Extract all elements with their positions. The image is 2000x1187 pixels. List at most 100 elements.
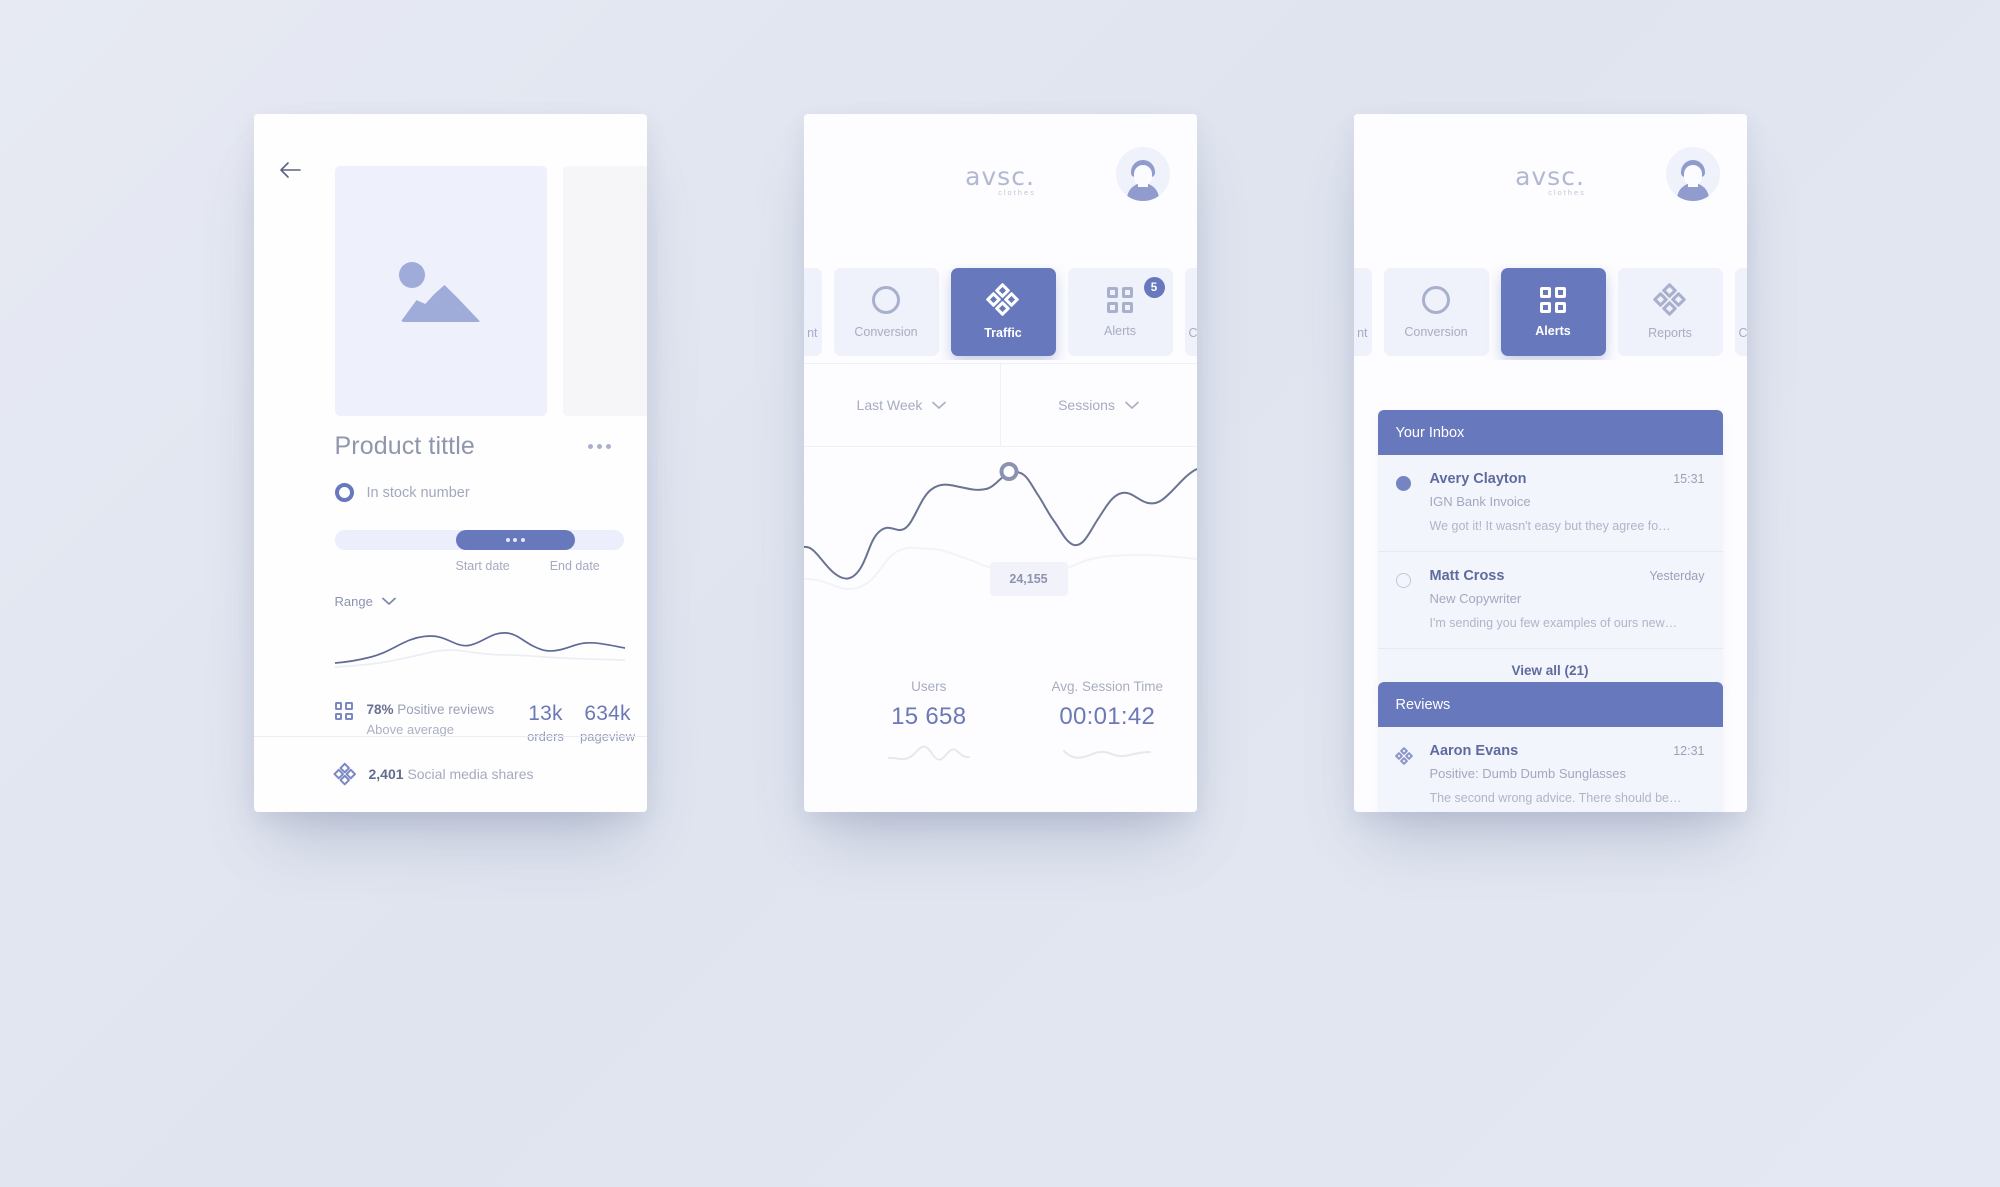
orders-value: 13k xyxy=(528,702,563,725)
shares-value: 2,401 xyxy=(368,766,404,782)
screens-container: Product tittle In stock number Start dat… xyxy=(0,0,2000,1187)
tab-conversion-label: Conversion xyxy=(854,324,918,339)
list-item[interactable]: Matt Cross Yesterday New Copywriter I'm … xyxy=(1377,551,1723,648)
tab-alerts[interactable]: 5 Alerts xyxy=(1067,268,1173,356)
logo-mark: avsc. xyxy=(965,162,1035,191)
tab-partial-right[interactable]: C xyxy=(1734,268,1747,356)
tab-partial-left[interactable]: nt xyxy=(1353,268,1372,356)
date-range-slider[interactable] xyxy=(334,530,624,550)
tab-partial-right-label: C xyxy=(1188,326,1197,340)
page-title: Product tittle xyxy=(334,432,475,460)
metric-session-time: Avg. Session Time 00:01:42 xyxy=(1018,679,1197,765)
metric-session-caption: Avg. Session Time xyxy=(1051,679,1164,694)
product-gallery[interactable] xyxy=(334,166,647,416)
gallery-thumb[interactable] xyxy=(562,166,647,416)
review-time: 12:31 xyxy=(1673,744,1705,758)
range-sparkline xyxy=(254,609,647,680)
date-range-slider-wrap: Start date End date xyxy=(254,502,647,573)
chevron-down-icon xyxy=(381,597,396,605)
metric-users-sparkline xyxy=(840,743,1019,765)
orders-stat: 13k orders xyxy=(515,702,577,744)
tab-partial-left-label: nt xyxy=(807,326,818,340)
product-title-row: Product tittle xyxy=(254,432,647,461)
reviews-sub: Above average xyxy=(366,722,454,737)
end-date-label: End date xyxy=(549,559,600,573)
grid-icon xyxy=(1540,286,1566,313)
reviews-label: Positive reviews xyxy=(397,702,495,717)
pageview-value: 634k xyxy=(584,702,631,725)
chart-svg xyxy=(803,462,1197,590)
tab-alerts[interactable]: Alerts xyxy=(1500,268,1606,356)
app-header: avsc. clothes xyxy=(803,114,1197,264)
message-subject: New Copywriter xyxy=(1429,591,1522,606)
stock-label: In stock number xyxy=(366,484,470,501)
tab-reports[interactable]: Reports xyxy=(1617,268,1723,356)
filter-metric[interactable]: Sessions xyxy=(999,364,1197,446)
tab-partial-right[interactable]: C xyxy=(1184,268,1197,356)
slider-handle[interactable] xyxy=(455,530,575,550)
inbox-card: Your Inbox Avery Clayton 15:31 IGN Bank … xyxy=(1377,410,1723,692)
metric-session-value: 00:01:42 xyxy=(1059,703,1156,730)
sender-name: Avery Clayton xyxy=(1429,471,1527,487)
avatar[interactable] xyxy=(1115,147,1170,201)
tab-traffic[interactable]: Traffic xyxy=(950,268,1056,356)
tab-bar: nt Conversion Alerts Reports C xyxy=(1353,264,1747,360)
review-preview: The second wrong advice. There should be… xyxy=(1429,791,1682,805)
review-subject: Positive: Dumb Dumb Sunglasses xyxy=(1429,766,1627,781)
range-label: Range xyxy=(334,594,373,609)
chevron-down-icon xyxy=(932,401,947,409)
back-button[interactable] xyxy=(278,158,308,182)
pageview-stat: 634k pageview xyxy=(577,702,639,744)
logo-subtitle: clothes xyxy=(998,188,1036,197)
filter-metric-label: Sessions xyxy=(1058,397,1115,413)
more-horizontal-icon[interactable] xyxy=(587,444,611,449)
grid-icon xyxy=(1107,286,1133,313)
range-dropdown[interactable]: Range xyxy=(254,573,647,609)
tab-bar: nt Conversion Traffic 5 Alerts C xyxy=(803,264,1197,360)
reviews-list: Aaron Evans 12:31 Positive: Dumb Dumb Su… xyxy=(1377,727,1723,812)
message-time: Yesterday xyxy=(1649,569,1705,583)
message-subject: IGN Bank Invoice xyxy=(1429,494,1531,509)
traffic-metrics: Users 15 658 Avg. Session Time 00:01:42 xyxy=(804,679,1197,765)
list-item[interactable]: Avery Clayton 15:31 IGN Bank Invoice We … xyxy=(1378,455,1723,551)
divider xyxy=(253,736,647,737)
filter-period[interactable]: Last Week xyxy=(804,364,1000,446)
metric-session-sparkline xyxy=(1018,743,1197,765)
product-details: Product tittle In stock number Start dat… xyxy=(254,432,647,744)
chart-filters: Last Week Sessions xyxy=(803,363,1197,447)
tab-reports-label: Reports xyxy=(1648,325,1692,340)
chart-tooltip: 24,155 xyxy=(989,562,1068,596)
message-preview: We got it! It wasn't easy but they agree… xyxy=(1429,519,1671,533)
diamond-cluster-icon xyxy=(332,762,356,786)
list-item[interactable]: Aaron Evans 12:31 Positive: Dumb Dumb Su… xyxy=(1378,727,1723,812)
alerts-screen: avsc. clothes nt Conversion Alerts Repor… xyxy=(1353,114,1747,812)
social-shares-row: 2,401 Social media shares xyxy=(332,762,534,786)
diamond-cluster-icon xyxy=(985,282,1020,316)
diamond-cluster-icon xyxy=(1652,282,1687,316)
metric-users: Users 15 658 xyxy=(840,679,1019,765)
stock-indicator-icon xyxy=(334,483,354,502)
inbox-list: Avery Clayton 15:31 IGN Bank Invoice We … xyxy=(1377,455,1723,692)
traffic-line-chart[interactable]: 24,155 xyxy=(803,447,1197,669)
reviewer-name: Aaron Evans xyxy=(1429,743,1519,759)
tab-partial-left[interactable]: nt xyxy=(803,268,822,356)
slider-date-labels: Start date End date xyxy=(456,559,624,573)
metric-users-value: 15 658 xyxy=(891,703,967,730)
inbox-title: Your Inbox xyxy=(1377,410,1723,455)
diamond-cluster-icon xyxy=(1394,746,1413,766)
tab-partial-right-label: C xyxy=(1738,326,1747,340)
reviews-percent: 78% xyxy=(366,702,394,717)
tab-conversion[interactable]: Conversion xyxy=(1383,268,1489,356)
gallery-thumb[interactable] xyxy=(334,166,547,416)
tab-alerts-label: Alerts xyxy=(1535,323,1571,338)
product-stats-row: 78% Positive reviews Above average 13k o… xyxy=(254,680,647,744)
sender-name: Matt Cross xyxy=(1429,568,1505,584)
tab-conversion[interactable]: Conversion xyxy=(833,268,939,356)
stock-status-row: In stock number xyxy=(254,461,647,502)
circle-icon xyxy=(872,285,900,314)
avatar[interactable] xyxy=(1665,147,1720,201)
chevron-down-icon xyxy=(1125,401,1139,409)
message-time: 15:31 xyxy=(1673,472,1705,486)
reviews-card: Reviews Aaron Evans 12:31 Positive: Dumb… xyxy=(1377,682,1723,812)
product-screen: Product tittle In stock number Start dat… xyxy=(253,114,647,812)
